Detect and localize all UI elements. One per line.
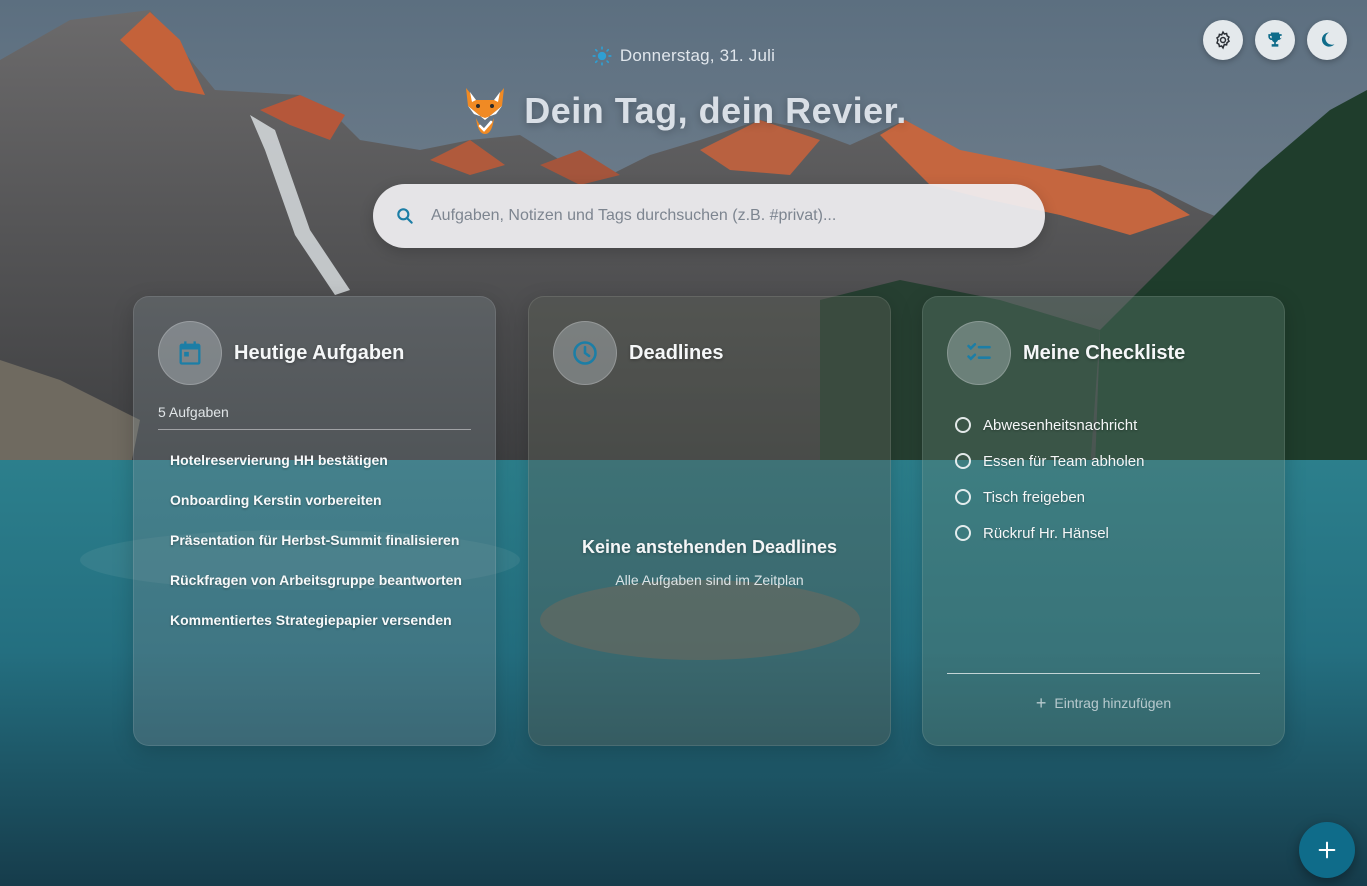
search-input[interactable] xyxy=(431,207,1045,225)
checklist-icon xyxy=(967,342,991,361)
empty-state-subtitle: Alle Aufgaben sind im Zeitplan xyxy=(615,572,804,588)
add-entry-button[interactable]: + Eintrag hinzufügen xyxy=(923,693,1284,713)
checkbox[interactable] xyxy=(955,525,971,541)
card-title: Deadlines xyxy=(629,341,724,364)
current-date: Donnerstag, 31. Juli xyxy=(619,46,776,65)
card-title: Meine Checkliste xyxy=(1023,341,1186,364)
deadlines-card: Deadlines Keine anstehenden Deadlines Al… xyxy=(528,296,891,746)
clock-icon xyxy=(573,341,597,365)
card-header: Heutige Aufgaben xyxy=(158,321,404,385)
empty-state: Keine anstehenden Deadlines Alle Aufgabe… xyxy=(529,537,890,588)
checklist-icon-badge xyxy=(947,321,1011,385)
plus-icon: + xyxy=(1035,693,1047,713)
title-row: Dein Tag, dein Revier. xyxy=(0,84,1367,138)
task-list: Hotelreservierung HH bestätigen Onboardi… xyxy=(170,451,462,651)
checklist-items: Abwesenheitsnachricht Essen für Team abh… xyxy=(955,407,1145,551)
task-count: 5 Aufgaben xyxy=(158,404,229,420)
checklist-item[interactable]: Essen für Team abholen xyxy=(955,443,1145,479)
checklist-item-label: Essen für Team abholen xyxy=(983,452,1145,470)
fox-logo-icon xyxy=(466,88,505,134)
checkbox[interactable] xyxy=(955,453,971,469)
date-row: Donnerstag, 31. Juli xyxy=(0,46,1367,66)
card-header: Meine Checkliste xyxy=(947,321,1185,385)
task-item[interactable]: Onboarding Kerstin vorbereiten xyxy=(170,491,462,531)
add-fab-button[interactable] xyxy=(1299,822,1355,878)
sun-icon xyxy=(592,46,612,66)
checklist-card: Meine Checkliste Abwesenheitsnachricht E… xyxy=(922,296,1285,746)
page-title: Dein Tag, dein Revier. xyxy=(524,90,907,131)
divider xyxy=(158,429,471,430)
checklist-item-label: Abwesenheitsnachricht xyxy=(983,416,1138,434)
add-entry-label: Eintrag hinzufügen xyxy=(1054,695,1172,711)
checklist-item-label: Rückruf Hr. Hänsel xyxy=(983,524,1109,542)
search-icon xyxy=(397,208,413,224)
task-item[interactable]: Rückfragen von Arbeitsgruppe beantworten xyxy=(170,571,462,611)
divider xyxy=(947,673,1260,674)
calendar-icon-badge xyxy=(158,321,222,385)
card-header: Deadlines xyxy=(553,321,723,385)
task-item[interactable]: Kommentiertes Strategiepapier versenden xyxy=(170,611,462,651)
today-tasks-card: Heutige Aufgaben 5 Aufgaben Hotelreservi… xyxy=(133,296,496,746)
checklist-item[interactable]: Rückruf Hr. Hänsel xyxy=(955,515,1145,551)
card-title: Heutige Aufgaben xyxy=(234,341,405,364)
empty-state-title: Keine anstehenden Deadlines xyxy=(581,537,838,557)
checklist-item-label: Tisch freigeben xyxy=(983,488,1085,506)
calendar-icon xyxy=(179,341,201,365)
checklist-item[interactable]: Abwesenheitsnachricht xyxy=(955,407,1145,443)
search-bar xyxy=(373,184,1045,248)
clock-icon-badge xyxy=(553,321,617,385)
plus-icon xyxy=(1318,841,1336,859)
checkbox[interactable] xyxy=(955,489,971,505)
checklist-item[interactable]: Tisch freigeben xyxy=(955,479,1145,515)
task-item[interactable]: Hotelreservierung HH bestätigen xyxy=(170,451,462,491)
checkbox[interactable] xyxy=(955,417,971,433)
task-item[interactable]: Präsentation für Herbst-Summit finalisie… xyxy=(170,531,462,571)
